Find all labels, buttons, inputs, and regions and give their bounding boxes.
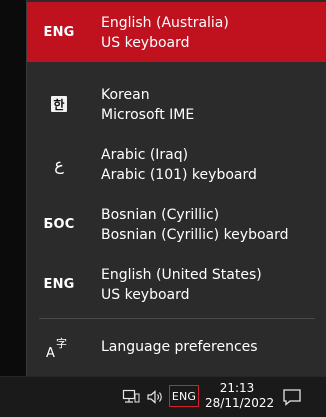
keyboard-layout-name: US keyboard	[101, 287, 190, 303]
language-code-badge: БОС	[43, 216, 75, 232]
taskbar: ENG 21:13 28/11/2022	[0, 376, 326, 417]
svg-text:A: A	[46, 346, 55, 360]
network-icon[interactable]	[122, 389, 140, 405]
language-code-badge: ENG	[43, 24, 75, 40]
language-name: English (United States)	[101, 267, 262, 283]
language-item-korean[interactable]: 한 Korean Microsoft IME	[27, 74, 326, 134]
language-code-badge: ENG	[43, 276, 75, 292]
keyboard-layout-name: Bosnian (Cyrillic) keyboard	[101, 227, 289, 243]
language-text: Bosnian (Cyrillic) Bosnian (Cyrillic) ke…	[101, 205, 289, 245]
language-item-english-united-states[interactable]: ENG English (United States) US keyboard	[27, 254, 326, 314]
language-name: Arabic (Iraq)	[101, 147, 189, 163]
language-preferences-label: Language preferences	[101, 339, 258, 355]
language-text: English (Australia) US keyboard	[101, 13, 229, 53]
language-name: Bosnian (Cyrillic)	[101, 207, 220, 223]
language-code-badge: ع	[54, 154, 64, 174]
language-text: Korean Microsoft IME	[101, 85, 194, 125]
language-item-english-australia[interactable]: ENG English (Australia) US keyboard	[27, 2, 326, 62]
language-name: Korean	[101, 87, 150, 103]
clock-date: 28/11/2022	[205, 396, 275, 410]
language-item-arabic-iraq[interactable]: ع Arabic (Iraq) Arabic (101) keyboard	[27, 134, 326, 194]
language-item-bosnian-cyrillic[interactable]: БОС Bosnian (Cyrillic) Bosnian (Cyrillic…	[27, 194, 326, 254]
hangul-icon: 한	[51, 96, 67, 112]
svg-text:字: 字	[56, 336, 67, 350]
keyboard-layout-name: Arabic (101) keyboard	[101, 167, 257, 183]
keyboard-layout-name: US keyboard	[101, 35, 190, 51]
volume-icon[interactable]	[146, 389, 164, 405]
keyboard-layout-name: Microsoft IME	[101, 107, 195, 123]
language-preferences-link[interactable]: A 字 Language preferences	[27, 322, 326, 372]
clock[interactable]: 21:13 28/11/2022	[205, 381, 275, 411]
language-name: English (Australia)	[101, 15, 229, 31]
language-text: English (United States) US keyboard	[101, 265, 262, 305]
screen: ENG English (Australia) US keyboard 한 Ko…	[0, 0, 326, 417]
input-language-flyout: ENG English (Australia) US keyboard 한 Ko…	[26, 0, 326, 376]
language-preferences-icon: A 字	[46, 336, 67, 360]
language-text: Arabic (Iraq) Arabic (101) keyboard	[101, 145, 257, 185]
language-code-badge: 한	[39, 74, 79, 134]
divider	[39, 318, 315, 319]
input-language-indicator[interactable]: ENG	[169, 385, 199, 407]
action-center-icon[interactable]	[282, 388, 302, 406]
clock-time: 21:13	[219, 381, 255, 395]
